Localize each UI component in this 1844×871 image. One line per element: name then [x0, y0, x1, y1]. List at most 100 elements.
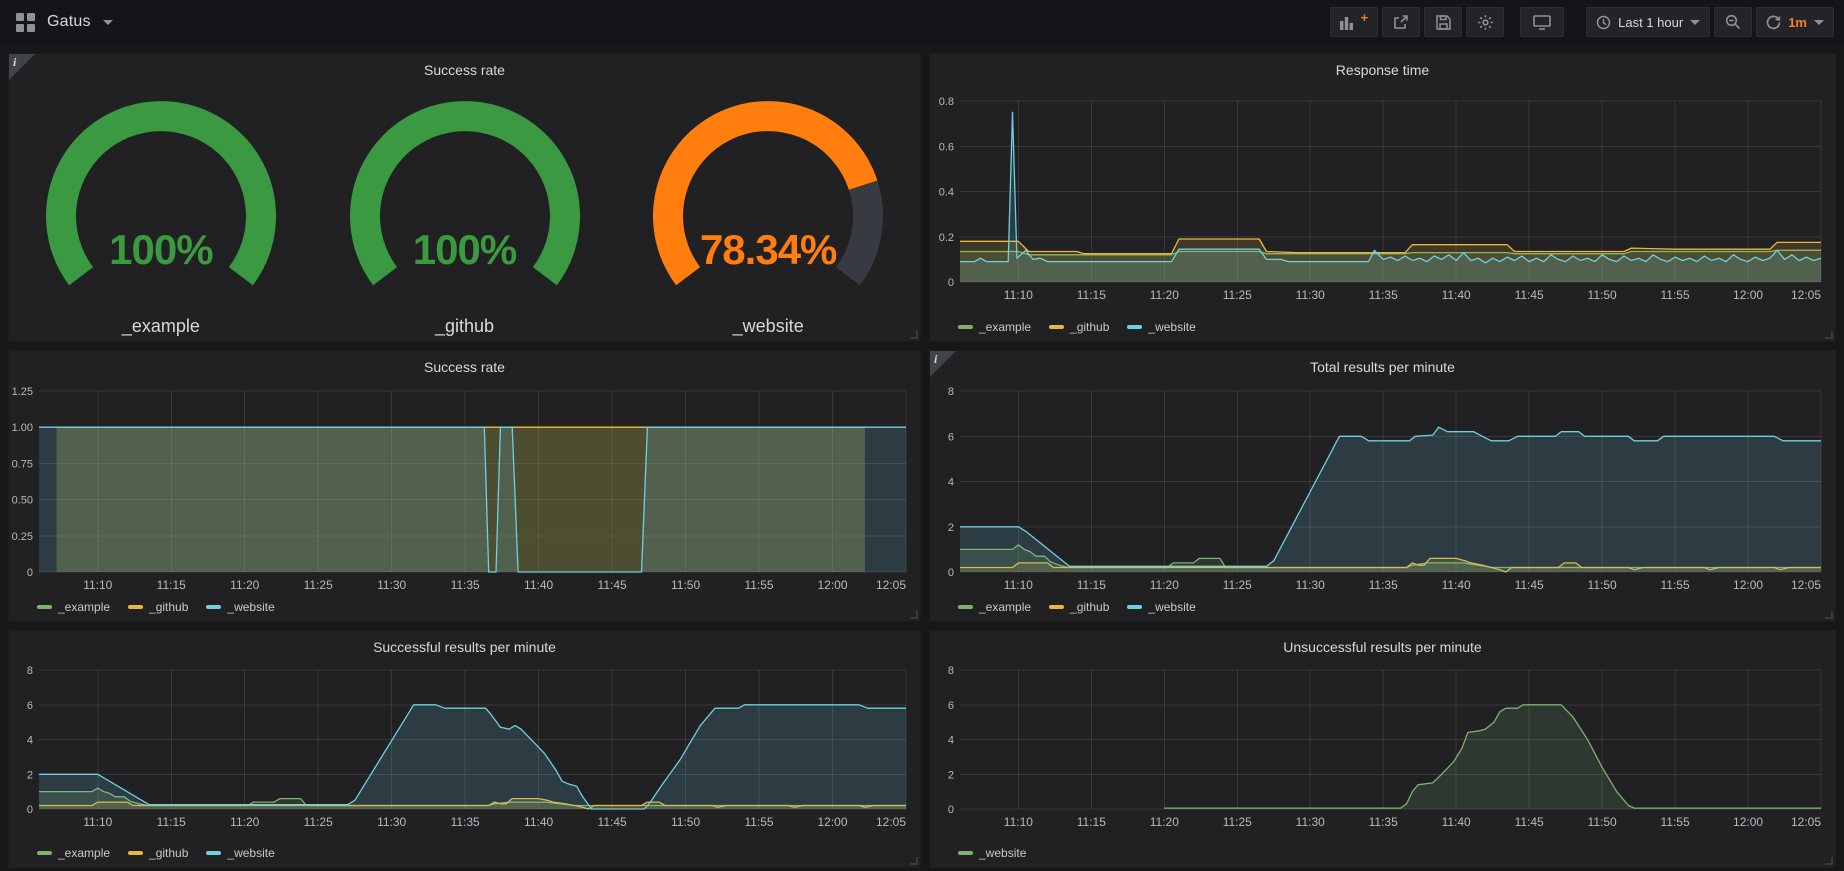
legend-item-github[interactable]: _github — [1049, 600, 1109, 614]
gauge-value: 100% — [9, 226, 313, 274]
legend-item-website[interactable]: _website — [206, 846, 274, 860]
legend-swatch — [958, 851, 973, 855]
legend-item-github[interactable]: _github — [1049, 320, 1109, 334]
svg-text:11:55: 11:55 — [1660, 815, 1689, 829]
legend-label: _website — [979, 846, 1026, 860]
panel-title[interactable]: Unsuccessful results per minute — [1283, 639, 1481, 655]
panel-header[interactable]: Total results per minute — [930, 351, 1835, 379]
add-panel-button[interactable]: + — [1330, 7, 1379, 37]
chart-legend: _example _github _website — [958, 320, 1196, 334]
panel-title[interactable]: Success rate — [424, 359, 505, 375]
x-axis-labels: 11:1011:1511:2011:2511:3011:3511:4011:45… — [1004, 578, 1822, 592]
zoom-out-button[interactable] — [1714, 7, 1752, 37]
dashboard-grid-icon[interactable] — [16, 13, 35, 32]
panel-resize-handle[interactable] — [910, 857, 918, 865]
panel-resize-handle[interactable] — [1825, 857, 1833, 865]
panel-header[interactable]: Unsuccessful results per minute — [930, 631, 1835, 659]
share-button[interactable] — [1382, 7, 1420, 37]
panel-title[interactable]: Total results per minute — [1310, 359, 1455, 375]
legend-label: _github — [149, 846, 188, 860]
svg-text:11:55: 11:55 — [744, 815, 773, 829]
svg-text:11:30: 11:30 — [377, 578, 406, 592]
svg-text:11:35: 11:35 — [451, 815, 480, 829]
x-axis-labels: 11:1011:1511:2011:2511:3011:3511:4011:45… — [83, 815, 906, 829]
caret-down-icon — [1814, 20, 1824, 25]
save-button[interactable] — [1424, 7, 1462, 37]
chart-canvas[interactable]: 00.250.500.751.001.2511:1011:1511:2011:2… — [9, 351, 920, 621]
svg-text:11:35: 11:35 — [451, 578, 480, 592]
chart-canvas[interactable]: 0246811:1011:1511:2011:2511:3011:3511:40… — [930, 631, 1835, 867]
panel-resize-handle[interactable] — [910, 331, 918, 339]
svg-text:11:15: 11:15 — [1077, 815, 1106, 829]
legend-item-example[interactable]: _example — [37, 846, 110, 860]
svg-text:11:50: 11:50 — [671, 815, 700, 829]
panel-total-results: i Total results per minute 0246811:1011:… — [929, 350, 1836, 622]
legend-label: _github — [1070, 600, 1109, 614]
caret-down-icon[interactable] — [103, 20, 113, 25]
panel-successful-results: Successful results per minute 0246811:10… — [8, 630, 921, 868]
svg-text:11:20: 11:20 — [1150, 815, 1179, 829]
svg-text:11:30: 11:30 — [1296, 288, 1325, 302]
navbar: Gatus + — [0, 0, 1844, 44]
time-range-button[interactable]: Last 1 hour — [1586, 7, 1710, 37]
svg-text:0: 0 — [948, 804, 954, 816]
series-_website — [39, 427, 906, 572]
panel-title[interactable]: Success rate — [424, 62, 505, 78]
dashboard-title[interactable]: Gatus — [47, 13, 91, 31]
chart-svg: 0246811:1011:1511:2011:2511:3011:3511:40… — [930, 631, 1835, 867]
legend-item-example[interactable]: _example — [958, 320, 1031, 334]
panel-header[interactable]: Success rate — [9, 351, 920, 379]
panel-info-icon[interactable]: i — [930, 351, 956, 377]
gauge-arc — [26, 78, 296, 310]
legend-item-example[interactable]: _example — [958, 600, 1031, 614]
svg-text:11:55: 11:55 — [744, 578, 773, 592]
svg-text:2: 2 — [948, 522, 954, 534]
panel-title[interactable]: Successful results per minute — [373, 639, 556, 655]
gauge-example: 100% _example — [9, 78, 313, 341]
refresh-button[interactable]: 1m — [1756, 7, 1834, 37]
svg-text:11:50: 11:50 — [671, 578, 700, 592]
legend-item-github[interactable]: _github — [128, 846, 188, 860]
panel-title[interactable]: Response time — [1336, 62, 1429, 78]
svg-text:0.25: 0.25 — [12, 531, 33, 543]
svg-text:11:40: 11:40 — [524, 815, 553, 829]
cycle-view-button[interactable] — [1520, 7, 1564, 37]
legend-label: _example — [58, 600, 110, 614]
svg-text:11:40: 11:40 — [524, 578, 553, 592]
panel-header[interactable]: Success rate — [9, 54, 920, 82]
svg-text:0.75: 0.75 — [12, 458, 33, 470]
svg-text:12:05: 12:05 — [1791, 578, 1821, 592]
chart-canvas[interactable]: 00.20.40.60.811:1011:1511:2011:2511:3011… — [930, 54, 1835, 341]
svg-text:12:00: 12:00 — [1733, 815, 1763, 829]
chart-canvas[interactable]: 0246811:1011:1511:2011:2511:3011:3511:40… — [930, 351, 1835, 621]
panel-resize-handle[interactable] — [910, 611, 918, 619]
legend-item-website[interactable]: _website — [1127, 600, 1195, 614]
legend-item-website[interactable]: _website — [206, 600, 274, 614]
legend-item-website[interactable]: _website — [958, 846, 1026, 860]
panel-resize-handle[interactable] — [1825, 611, 1833, 619]
panel-header[interactable]: Response time — [930, 54, 1835, 82]
svg-text:11:35: 11:35 — [1369, 815, 1398, 829]
panel-header[interactable]: Successful results per minute — [9, 631, 920, 659]
legend-item-example[interactable]: _example — [37, 600, 110, 614]
settings-button[interactable] — [1466, 7, 1504, 37]
series-_website — [1164, 705, 1821, 809]
legend-item-website[interactable]: _website — [1127, 320, 1195, 334]
legend-swatch — [1049, 325, 1064, 329]
chart-canvas[interactable]: 0246811:1011:1511:2011:2511:3011:3511:40… — [9, 631, 920, 867]
svg-text:11:45: 11:45 — [1515, 578, 1544, 592]
svg-text:0: 0 — [27, 567, 33, 579]
svg-text:11:10: 11:10 — [83, 815, 112, 829]
svg-text:1.25: 1.25 — [12, 386, 33, 398]
chart-svg: 00.250.500.751.001.2511:1011:1511:2011:2… — [9, 351, 920, 621]
y-axis-labels: 00.250.500.751.001.25 — [12, 386, 33, 579]
panel-resize-handle[interactable] — [1825, 331, 1833, 339]
chart-legend: _example _github _website — [958, 600, 1196, 614]
gauge-label: _example — [9, 316, 313, 337]
svg-text:11:55: 11:55 — [1660, 578, 1689, 592]
chart-svg: 0246811:1011:1511:2011:2511:3011:3511:40… — [9, 631, 920, 867]
panel-info-icon[interactable]: i — [9, 54, 35, 80]
chart-svg: 0246811:1011:1511:2011:2511:3011:3511:40… — [930, 351, 1835, 621]
legend-item-github[interactable]: _github — [128, 600, 188, 614]
svg-text:6: 6 — [27, 700, 33, 712]
